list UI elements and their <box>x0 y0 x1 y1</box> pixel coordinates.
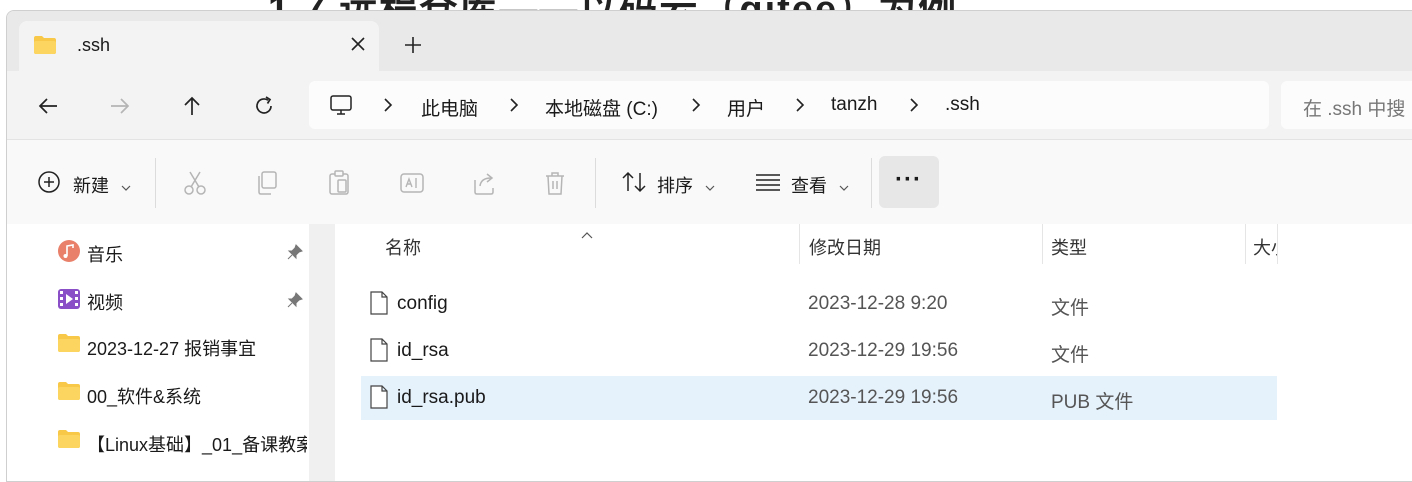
navigation-bar: 此电脑 本地磁盘 (C:) 用户 tanzh .ssh 在 .ssh 中搜 <box>7 71 1412 139</box>
breadcrumb-item[interactable]: .ssh <box>945 94 980 116</box>
chevron-right-icon <box>689 97 703 113</box>
close-tab-icon[interactable] <box>345 31 371 57</box>
column-header-modified[interactable]: 修改日期 <box>809 234 881 260</box>
chevron-right-icon <box>793 97 807 113</box>
rename-icon[interactable] <box>399 170 425 201</box>
add-circle-icon <box>37 170 61 199</box>
file-type: 文件 <box>1051 298 1090 319</box>
up-arrow-icon[interactable] <box>179 93 205 119</box>
column-header-name[interactable]: 名称 <box>385 234 421 260</box>
file-name: id_rsa <box>397 340 449 361</box>
chevron-right-icon <box>507 97 521 113</box>
tab-ssh[interactable]: .ssh <box>19 21 379 71</box>
back-arrow-icon[interactable] <box>35 93 61 119</box>
toolbar-separator <box>155 158 156 208</box>
breadcrumb-item[interactable]: 本地磁盘 (C:) <box>545 94 658 121</box>
refresh-icon[interactable] <box>251 93 277 119</box>
breadcrumb-item[interactable]: tanzh <box>831 94 877 116</box>
nav-item-folder[interactable]: 【Linux基础】_01_备课教案 <box>57 420 307 460</box>
share-icon[interactable] <box>471 170 497 201</box>
chevron-down-icon <box>121 178 131 191</box>
pin-icon[interactable] <box>287 292 303 313</box>
file-name: config <box>397 293 448 314</box>
more-options-button[interactable]: ··· <box>879 156 939 208</box>
pane-divider[interactable] <box>309 224 335 481</box>
file-modified: 2023-12-29 19:56 <box>808 387 959 408</box>
navigation-pane: 音乐 视频 2023-12-27 报销事宜 00_软件&系统 【Linux基础】… <box>7 224 309 481</box>
file-name: id_rsa.pub <box>397 387 486 408</box>
column-divider[interactable] <box>1042 224 1043 264</box>
chevron-right-icon <box>381 97 395 113</box>
music-icon <box>57 239 81 268</box>
delete-icon[interactable] <box>543 170 567 201</box>
new-tab-icon[interactable] <box>401 33 425 57</box>
nav-item-label: 【Linux基础】_01_备课教案 <box>87 435 307 455</box>
copy-icon[interactable] <box>255 170 279 201</box>
file-icon <box>369 338 389 367</box>
chevron-down-icon <box>839 178 849 191</box>
view-list-icon <box>755 172 781 197</box>
search-placeholder: 在 .ssh 中搜 <box>1303 99 1406 120</box>
file-icon <box>369 291 389 320</box>
view-button[interactable]: 查看 <box>747 156 857 208</box>
folder-icon <box>57 381 81 406</box>
breadcrumb-item[interactable]: 用户 <box>727 94 765 121</box>
content-area: 音乐 视频 2023-12-27 报销事宜 00_软件&系统 【Linux基础】… <box>7 224 1412 481</box>
file-list: 名称 修改日期 类型 大小 config 2023-12-28 9:20 文件 … <box>337 224 1412 481</box>
file-explorer-window: .ssh 此电脑 本地磁盘 (C:) 用户 tanzh .ssh 在 .ssh … <box>6 10 1412 482</box>
breadcrumb-item[interactable]: 此电脑 <box>421 94 478 121</box>
column-divider <box>1277 224 1278 264</box>
sort-label: 排序 <box>657 176 693 196</box>
computer-icon <box>329 93 353 122</box>
nav-item-folder[interactable]: 00_软件&系统 <box>57 372 307 412</box>
forward-arrow-icon[interactable] <box>107 93 133 119</box>
view-label: 查看 <box>791 176 827 196</box>
chevron-right-icon <box>907 97 921 113</box>
sort-button[interactable]: 排序 <box>613 156 723 208</box>
folder-icon <box>57 429 81 454</box>
file-row-selected[interactable]: id_rsa.pub 2023-12-29 19:56 PUB 文件 <box>361 376 1277 420</box>
nav-item-label: 00_软件&系统 <box>87 387 202 407</box>
more-dots-icon: ··· <box>895 166 922 193</box>
file-row[interactable]: id_rsa 2023-12-29 19:56 文件 <box>361 329 1277 373</box>
chevron-down-icon <box>705 178 715 191</box>
tab-bar: .ssh <box>7 11 1412 71</box>
cut-icon[interactable] <box>183 170 207 201</box>
nav-item-music[interactable]: 音乐 <box>57 230 307 270</box>
search-box[interactable]: 在 .ssh 中搜 <box>1281 81 1412 129</box>
nav-item-folder[interactable]: 2023-12-27 报销事宜 <box>57 324 307 364</box>
nav-item-label: 音乐 <box>87 245 123 265</box>
toolbar-separator <box>871 158 872 208</box>
sort-ascending-icon <box>581 226 593 244</box>
pin-icon[interactable] <box>287 244 303 265</box>
nav-item-video[interactable]: 视频 <box>57 278 307 318</box>
tab-title: .ssh <box>77 35 111 55</box>
column-divider[interactable] <box>799 224 800 264</box>
folder-icon <box>57 333 81 358</box>
folder-icon <box>33 35 57 60</box>
video-icon <box>57 287 81 316</box>
nav-item-label: 视频 <box>87 293 123 313</box>
file-icon <box>369 385 389 414</box>
nav-item-label: 2023-12-27 报销事宜 <box>87 339 257 359</box>
column-header-type[interactable]: 类型 <box>1051 234 1087 260</box>
paste-icon[interactable] <box>327 170 351 201</box>
new-button[interactable]: 新建 <box>29 156 139 208</box>
file-type: 文件 <box>1051 345 1090 366</box>
column-divider[interactable] <box>1245 224 1246 264</box>
toolbar-separator <box>595 158 596 208</box>
file-type: PUB 文件 <box>1051 392 1134 413</box>
file-modified: 2023-12-28 9:20 <box>808 293 948 314</box>
file-row[interactable]: config 2023-12-28 9:20 文件 <box>361 282 1277 326</box>
address-bar[interactable]: 此电脑 本地磁盘 (C:) 用户 tanzh .ssh <box>309 81 1269 129</box>
command-bar: 新建 排序 查看 ··· <box>7 139 1412 225</box>
column-header-size[interactable]: 大小 <box>1253 234 1277 260</box>
new-button-label: 新建 <box>73 176 109 196</box>
sort-arrows-icon <box>621 170 647 199</box>
file-modified: 2023-12-29 19:56 <box>808 340 959 361</box>
